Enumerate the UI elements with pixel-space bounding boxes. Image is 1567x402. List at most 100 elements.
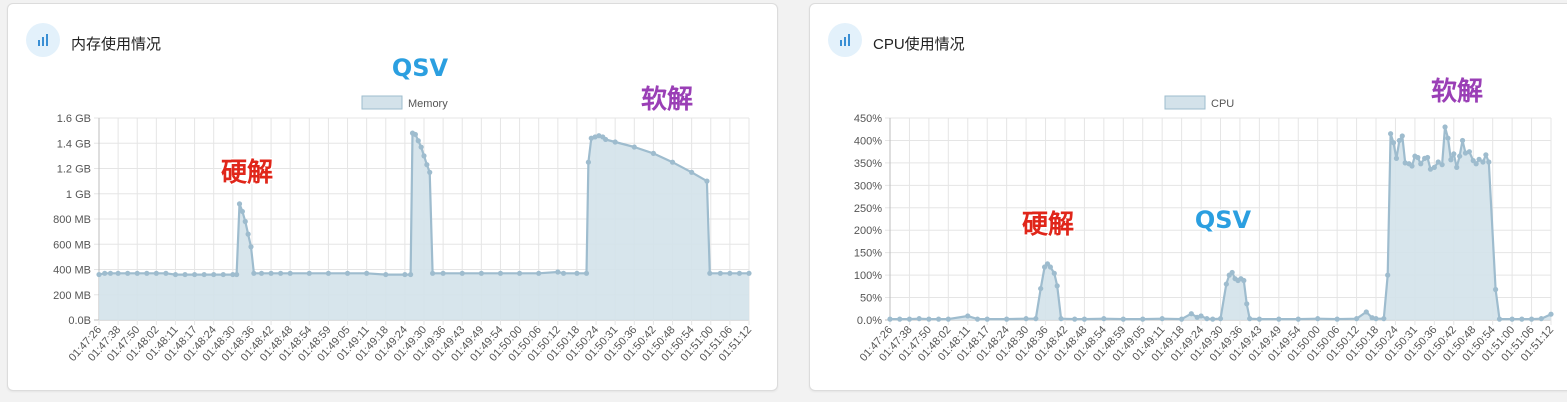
data-point: [1120, 316, 1126, 322]
data-point: [1496, 316, 1503, 322]
y-tick-label: 250%: [854, 203, 882, 215]
data-point: [1381, 316, 1387, 322]
y-tick-label: 1 GB: [66, 189, 91, 201]
data-point: [1038, 285, 1044, 292]
data-point: [1159, 316, 1165, 322]
data-point: [1409, 163, 1415, 169]
data-point: [1486, 159, 1492, 165]
data-point: [383, 271, 389, 278]
data-point: [1538, 316, 1544, 322]
data-point: [459, 270, 465, 276]
data-point: [1081, 316, 1088, 322]
y-tick-label: 1.6 GB: [57, 113, 91, 125]
data-point: [1373, 316, 1379, 322]
data-point: [1480, 159, 1486, 165]
y-tick-label: 600 MB: [53, 239, 91, 251]
data-point: [1445, 135, 1451, 141]
data-point: [424, 162, 430, 168]
data-point: [965, 313, 971, 319]
data-point: [408, 271, 414, 278]
data-point: [1393, 155, 1400, 161]
data-point: [936, 316, 942, 322]
y-tick-label: 100%: [854, 270, 882, 282]
data-point: [1415, 154, 1421, 161]
y-tick-label: 50%: [860, 293, 882, 305]
y-tick-label: 400 MB: [53, 265, 91, 277]
data-point: [984, 316, 990, 322]
data-point: [1448, 157, 1454, 163]
data-point: [650, 150, 657, 156]
data-point: [239, 208, 245, 215]
y-tick-label: 450%: [854, 113, 882, 125]
data-point: [906, 316, 913, 322]
data-point: [1256, 316, 1262, 322]
data-point: [1198, 313, 1204, 319]
data-point: [364, 270, 370, 276]
data-point: [689, 169, 695, 175]
data-point: [1334, 316, 1340, 322]
data-point: [1388, 131, 1394, 137]
data-point: [1442, 124, 1448, 130]
data-point: [172, 271, 179, 278]
data-point: [945, 316, 951, 322]
data-point: [242, 218, 248, 225]
data-point: [1363, 309, 1369, 315]
data-point: [669, 159, 676, 165]
data-point: [1396, 137, 1402, 144]
data-point: [612, 139, 618, 145]
data-point: [421, 153, 427, 159]
data-point: [440, 270, 446, 276]
legend-label: CPU: [1211, 98, 1234, 110]
data-point: [1244, 301, 1250, 307]
data-point: [516, 270, 523, 276]
data-point: [344, 270, 351, 276]
y-tick-label: 1.2 GB: [57, 164, 91, 176]
annotation-label: QSV: [1195, 206, 1252, 234]
data-point: [1047, 264, 1053, 270]
data-point: [1353, 316, 1360, 322]
data-point: [897, 316, 903, 322]
data-point: [248, 244, 254, 250]
data-point: [1033, 316, 1039, 322]
annotation-label: 软解: [641, 85, 693, 115]
data-point: [115, 270, 121, 276]
data-point: [427, 169, 433, 175]
data-point: [974, 316, 981, 322]
data-point: [536, 270, 542, 276]
annotation-label: 硬解: [1022, 210, 1074, 240]
data-point: [1431, 164, 1437, 170]
data-point: [1179, 316, 1185, 322]
data-point: [1295, 316, 1301, 322]
data-point: [1424, 154, 1431, 161]
y-tick-label: 300%: [854, 180, 882, 192]
data-point: [1204, 316, 1210, 322]
data-point: [245, 231, 251, 237]
data-point: [583, 270, 590, 276]
y-tick-label: 0.0B: [68, 315, 91, 327]
data-point: [278, 270, 284, 276]
data-point: [201, 271, 207, 278]
data-point: [430, 270, 436, 276]
data-point: [306, 270, 312, 276]
legend-swatch: [1164, 95, 1206, 110]
data-point: [125, 270, 131, 276]
data-point: [102, 270, 108, 276]
data-point: [220, 271, 226, 278]
annotation-label: 硬解: [221, 158, 273, 188]
data-point: [325, 270, 332, 276]
memory-usage-card: 内存使用情况 0.0B 200 MB 400 MB 600 MB 800 MB 1 GB 1…: [7, 3, 778, 391]
data-point: [574, 270, 580, 276]
data-point: [412, 131, 418, 138]
data-point: [1004, 316, 1010, 322]
data-point: [1247, 316, 1253, 322]
data-point: [96, 271, 102, 278]
data-point: [1223, 281, 1229, 287]
data-point: [1241, 277, 1247, 284]
data-point: [153, 270, 159, 276]
y-tick-label: 200 MB: [53, 290, 91, 302]
y-tick-label: 400%: [854, 135, 882, 147]
data-point: [736, 270, 743, 276]
data-point: [251, 270, 257, 276]
data-point: [1509, 316, 1515, 322]
data-point: [1058, 316, 1064, 322]
